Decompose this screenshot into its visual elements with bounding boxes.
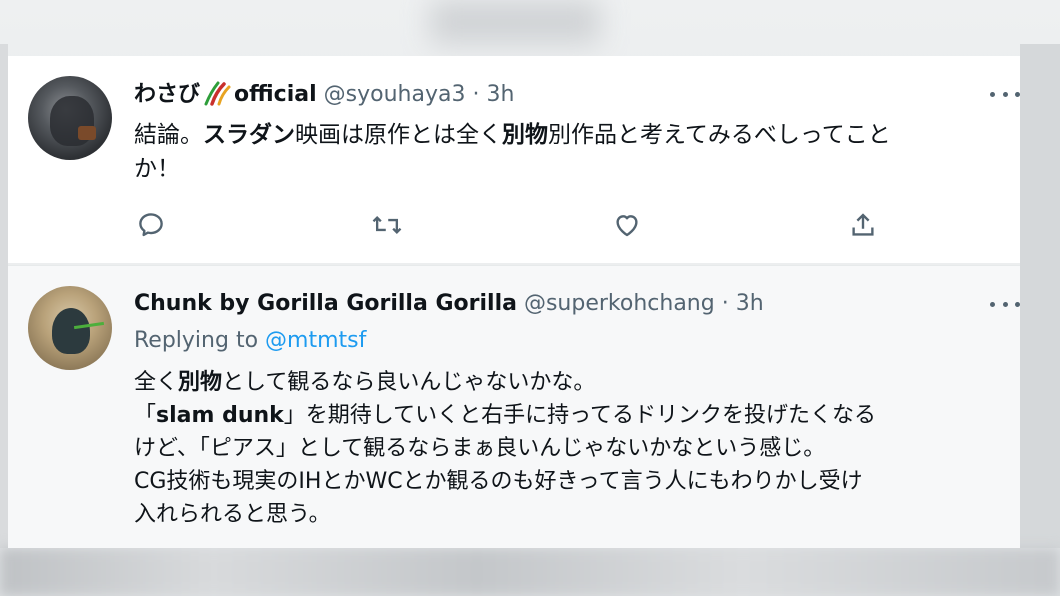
mention-link[interactable]: @mtmtsf	[265, 328, 366, 353]
display-name[interactable]: Chunk by Gorilla Gorilla Gorilla	[134, 291, 517, 316]
tweet-text: 結論。スラダン映画は原作とは全く別物別作品と考えてみるべしってこと か！	[134, 122, 891, 182]
tweet-header: わさび official @syouhaya3 · 3h	[134, 80, 514, 109]
like-icon[interactable]	[610, 208, 644, 242]
tweet-card[interactable]: Chunk by Gorilla Gorilla Gorilla @superk…	[8, 266, 1020, 548]
blurred-right-edge	[1020, 44, 1060, 548]
blurred-bottom-area	[0, 548, 1060, 596]
more-options-icon[interactable]	[990, 294, 1020, 314]
handle[interactable]: @syouhaya3	[324, 82, 466, 107]
separator: ·	[721, 291, 729, 316]
reply-icon[interactable]	[134, 208, 168, 242]
tweet-divider	[8, 263, 1020, 265]
more-options-icon[interactable]	[990, 84, 1020, 104]
blurred-top-area	[430, 0, 600, 44]
replying-to: Replying to @mtmtsf	[134, 328, 367, 353]
tweet-card[interactable]: わさび official @syouhaya3 · 3h 結論。スラダン映画は原作…	[8, 56, 1020, 264]
retweet-icon[interactable]	[370, 208, 404, 242]
share-icon[interactable]	[846, 208, 880, 242]
timestamp[interactable]: 3h	[486, 82, 514, 107]
handle[interactable]: @superkohchang	[524, 291, 715, 316]
display-name[interactable]: わさび official	[134, 81, 317, 107]
action-bar	[134, 208, 894, 242]
separator: ·	[472, 82, 480, 107]
blurred-left-edge	[0, 44, 8, 548]
tweet-header: Chunk by Gorilla Gorilla Gorilla @superk…	[134, 290, 764, 318]
timestamp[interactable]: 3h	[736, 291, 764, 316]
avatar[interactable]	[28, 286, 112, 370]
tweet-text: 全く別物として観るなら良いんじゃないかな。 「slam dunk」を期待していく…	[134, 370, 877, 527]
chili-pepper-icon	[204, 81, 231, 106]
avatar[interactable]	[28, 76, 112, 160]
